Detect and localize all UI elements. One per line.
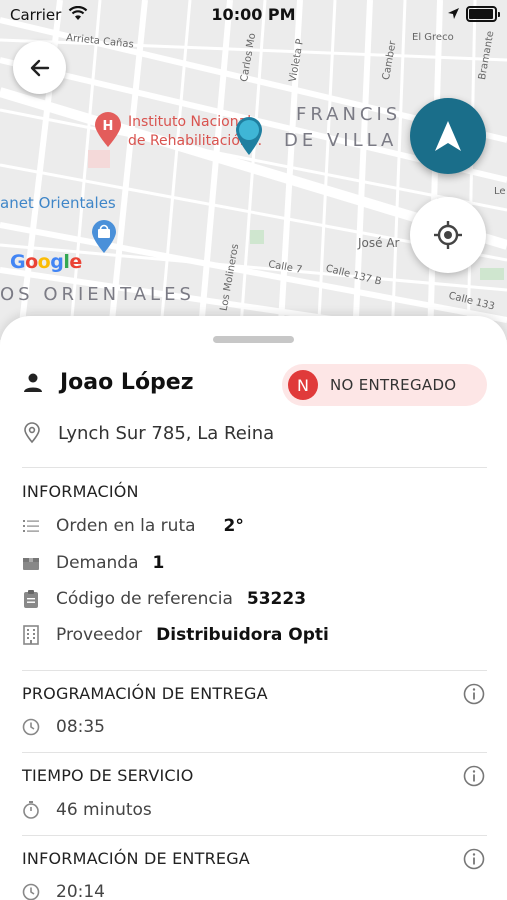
info-label: Demanda: [56, 553, 139, 573]
status-bar: Carrier 10:00 PM: [0, 0, 507, 30]
info-row-codigo: Código de referencia 53223: [22, 589, 306, 609]
info-entrega-row: 20:14: [22, 882, 105, 900]
drag-handle[interactable]: [213, 336, 294, 343]
clock-icon: [22, 718, 40, 736]
district-label: OS ORIENTALES: [0, 284, 195, 305]
divider: [22, 467, 487, 468]
info-value: 1: [152, 553, 165, 573]
status-letter: N: [288, 370, 318, 400]
google-letter: G: [10, 251, 26, 273]
google-logo: Google: [10, 251, 82, 273]
info-label: Orden en la ruta: [56, 516, 196, 536]
clock-icon: [22, 883, 40, 900]
divider: [22, 670, 487, 671]
clipboard-icon: [24, 590, 38, 608]
battery-icon: [466, 6, 500, 22]
district-label: DE VILLA: [284, 130, 398, 151]
google-letter: e: [69, 251, 82, 273]
customer-name: Joao López: [60, 370, 194, 395]
info-row-orden: Orden en la ruta 2°: [22, 516, 244, 536]
street-label: El Greco: [412, 32, 454, 43]
poi-label-planet: anet Orientales: [0, 194, 116, 212]
district-label: FRANCIS: [296, 104, 402, 125]
info-circle-icon[interactable]: [463, 683, 485, 705]
info-entrega-value: 20:14: [56, 882, 105, 900]
section-title-tiempo: TIEMPO DE SERVICIO: [22, 766, 194, 785]
stopwatch-icon: [23, 801, 39, 819]
tiempo-value: 46 minutos: [56, 800, 152, 820]
back-button[interactable]: [13, 41, 66, 94]
delivery-location-marker-icon[interactable]: [233, 115, 265, 157]
navigate-button[interactable]: [410, 98, 486, 174]
navigation-arrow-icon: [435, 121, 461, 151]
divider: [22, 835, 487, 836]
info-row-proveedor: Proveedor Distribuidora Opti: [22, 625, 329, 645]
crosshair-icon: [434, 221, 462, 249]
section-title-info-entrega: INFORMACIÓN DE ENTREGA: [22, 849, 250, 868]
location-pin-icon: [24, 422, 40, 444]
location-arrow-icon: [448, 8, 459, 19]
shopping-marker-icon[interactable]: [90, 220, 118, 254]
arrow-left-icon: [30, 59, 49, 76]
hospital-marker-icon[interactable]: H: [93, 112, 123, 148]
google-letter: o: [37, 251, 51, 273]
info-circle-icon[interactable]: [463, 765, 485, 787]
programacion-row: 08:35: [22, 717, 105, 737]
google-letter: o: [25, 251, 38, 273]
customer-address: Lynch Sur 785, La Reina: [58, 422, 275, 444]
svg-text:H: H: [103, 119, 114, 134]
street-label: José Ar: [358, 236, 400, 250]
address-row: Lynch Sur 785, La Reina: [22, 422, 274, 444]
info-value: 53223: [246, 589, 307, 609]
programacion-value: 08:35: [56, 717, 105, 737]
my-location-button[interactable]: [410, 197, 486, 273]
info-circle-icon[interactable]: [463, 848, 485, 870]
building-icon: [23, 625, 39, 645]
customer-row: Joao López: [22, 370, 194, 395]
clock: 10:00 PM: [211, 5, 296, 24]
person-icon: [24, 373, 42, 392]
info-row-demanda: Demanda 1: [22, 553, 164, 573]
google-letter: g: [50, 251, 64, 273]
info-value: 2°: [223, 516, 244, 536]
section-title-informacion: INFORMACIÓN: [22, 482, 139, 501]
info-label: Proveedor: [56, 625, 143, 645]
list-icon: [23, 520, 39, 532]
box-icon: [23, 558, 39, 570]
status-label: NO ENTREGADO: [330, 376, 457, 394]
divider: [22, 752, 487, 753]
section-title-programacion: PROGRAMACIÓN DE ENTREGA: [22, 684, 268, 703]
status-badge: N NO ENTREGADO: [282, 364, 487, 406]
street-label: Le: [494, 186, 506, 197]
tiempo-row: 46 minutos: [22, 800, 152, 820]
info-label: Código de referencia: [56, 589, 233, 609]
delivery-detail-sheet: Joao López N NO ENTREGADO Lynch Sur 785,…: [0, 316, 507, 900]
info-value: Distribuidora Opti: [156, 625, 329, 645]
